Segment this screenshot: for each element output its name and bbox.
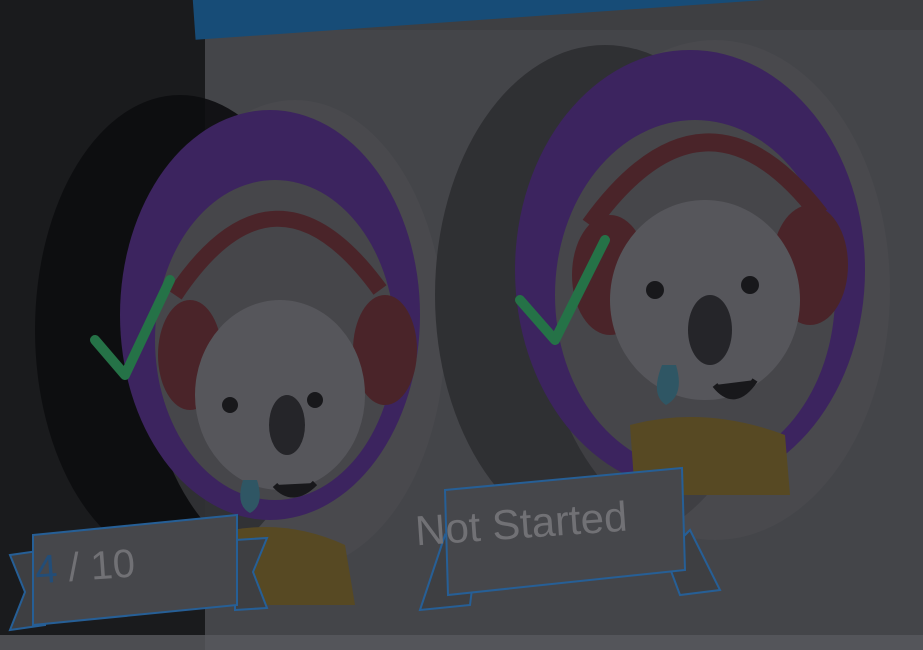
progress-separator: / xyxy=(55,544,93,591)
ribbon-right: Not Started xyxy=(410,460,730,620)
progress-text: 4 / 10 xyxy=(34,542,137,594)
ribbon-left: 4 / 10 xyxy=(5,510,275,635)
progress-total: 10 xyxy=(89,541,137,589)
